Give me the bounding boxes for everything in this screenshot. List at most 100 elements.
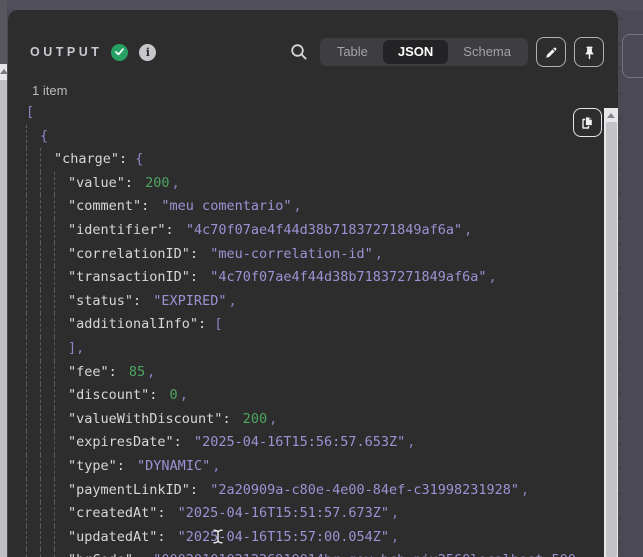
indent-guide: [40, 408, 54, 432]
json-line: "type": "DYNAMIC",: [26, 455, 604, 479]
tab-schema[interactable]: Schema: [448, 40, 526, 64]
success-check-icon: [111, 44, 128, 61]
json-token-k: "paymentLinkID": [68, 482, 190, 498]
background-node-outline: [622, 34, 643, 78]
tab-table[interactable]: Table: [322, 40, 383, 64]
json-line: "identifier": "4c70f07ae4f44d38b71837271…: [26, 219, 604, 243]
search-icon[interactable]: [290, 43, 308, 61]
indent-guide: [26, 526, 40, 550]
indent-guide: [54, 195, 68, 219]
json-code: [{"charge": {"value": 200,"comment": "me…: [8, 101, 604, 557]
json-token-c: :: [125, 175, 141, 191]
json-token-m: ,: [464, 222, 472, 238]
json-token-s: "meu-correlation-id": [210, 246, 373, 262]
indent-guide: [40, 361, 54, 385]
output-panel: OUTPUT i TableJSONSchema 1 item [{"char: [8, 10, 618, 557]
indent-guide: [40, 172, 54, 196]
indent-guide: [54, 243, 68, 267]
scroll-up-arrow-icon[interactable]: [607, 113, 615, 118]
tab-json[interactable]: JSON: [383, 40, 448, 64]
indent-guide: [40, 455, 54, 479]
indent-guide: [54, 384, 68, 408]
indent-guide: [26, 125, 40, 149]
json-token-s: "DYNAMIC": [137, 458, 210, 474]
indent-guide: [40, 502, 54, 526]
items-count: 1 item: [32, 83, 67, 98]
output-panel-header: OUTPUT i TableJSONSchema: [8, 36, 618, 68]
indent-guide: [54, 172, 68, 196]
edit-output-button[interactable]: [536, 37, 566, 67]
left-panel-edge: [0, 0, 7, 64]
indent-guide: [54, 266, 68, 290]
indent-guide: [40, 479, 54, 503]
json-token-k: "createdAt": [68, 505, 157, 521]
json-token-k: "valueWithDiscount": [68, 411, 222, 427]
indent-guide: [40, 290, 54, 314]
indent-guide: [26, 431, 40, 455]
left-scrollbar-thumb[interactable]: [0, 80, 7, 557]
pencil-icon: [544, 45, 559, 60]
json-token-m: ,: [269, 411, 277, 427]
json-token-k: "charge": [54, 151, 119, 167]
indent-guide: [54, 479, 68, 503]
indent-guide: [26, 290, 40, 314]
json-token-c: :: [174, 434, 190, 450]
indent-guide: [26, 266, 40, 290]
json-token-k: "additionalInfo": [68, 316, 198, 332]
json-token-c: :: [117, 458, 133, 474]
json-token-c: :: [133, 293, 149, 309]
json-line: [: [26, 101, 604, 125]
info-icon[interactable]: i: [139, 44, 156, 61]
json-line: "createdAt": "2025-04-16T15:51:57.673Z",: [26, 502, 604, 526]
indent-guide: [26, 384, 40, 408]
indent-guide: [54, 290, 68, 314]
pushpin-icon: [582, 45, 597, 60]
output-scrollbar[interactable]: [604, 108, 618, 557]
json-token-c: :: [149, 387, 165, 403]
json-token-n: 200: [145, 175, 169, 191]
indent-guide: [26, 195, 40, 219]
json-token-s: "2a20909a-c80e-4e00-84ef-c31998231928": [210, 482, 519, 498]
indent-guide: [40, 243, 54, 267]
json-token-k: "correlationID": [68, 246, 190, 262]
output-scrollbar-thumb[interactable]: [606, 122, 617, 557]
json-token-k: "value": [68, 175, 125, 191]
pin-data-button[interactable]: [574, 37, 604, 67]
json-token-k: "brCode": [68, 552, 133, 557]
json-line: "comment": "meu comentario",: [26, 195, 604, 219]
indent-guide: [54, 337, 68, 361]
copy-to-clipboard-button[interactable]: [573, 108, 602, 137]
json-token-c: :: [222, 411, 238, 427]
json-token-m: ,: [391, 505, 399, 521]
indent-guide: [40, 266, 54, 290]
json-token-m: ,: [375, 246, 383, 262]
json-token-s: "4c70f07ae4f44d38b71837271849af6a": [210, 269, 486, 285]
indent-guide: [40, 526, 54, 550]
panel-title: OUTPUT: [30, 45, 102, 59]
json-line: "brCode": "00020101021226910014br.gov.bc…: [26, 549, 604, 557]
json-token-s: "2025-04-16T15:57:00.054Z": [178, 529, 389, 545]
json-token-c: :: [119, 151, 135, 167]
json-line: "expiresDate": "2025-04-16T15:56:57.653Z…: [26, 431, 604, 455]
scroll-up-arrow-icon[interactable]: [0, 69, 8, 74]
indent-guide: [26, 479, 40, 503]
json-token-s: "2025-04-16T15:51:57.673Z": [178, 505, 389, 521]
json-token-m: ,: [172, 175, 180, 191]
json-token-c: :: [190, 482, 206, 498]
indent-guide: [26, 313, 40, 337]
json-line: "valueWithDiscount": 200,: [26, 408, 604, 432]
json-line: ],: [26, 337, 604, 361]
indent-guide: [54, 408, 68, 432]
left-edge-sliver: [0, 0, 7, 557]
json-token-k: "status": [68, 293, 133, 309]
json-token-k: "discount": [68, 387, 149, 403]
indent-guide: [40, 148, 54, 172]
indent-guide: [26, 408, 40, 432]
json-token-k: "identifier": [68, 222, 166, 238]
json-token-m: ,: [391, 529, 399, 545]
left-panel-scrollbar[interactable]: [0, 64, 7, 557]
json-line: "paymentLinkID": "2a20909a-c80e-4e00-84e…: [26, 479, 604, 503]
json-token-s: "00020101021226910014br.gov.bcb.pix2560l…: [153, 552, 576, 557]
indent-guide: [26, 455, 40, 479]
copy-icon: [580, 115, 595, 130]
